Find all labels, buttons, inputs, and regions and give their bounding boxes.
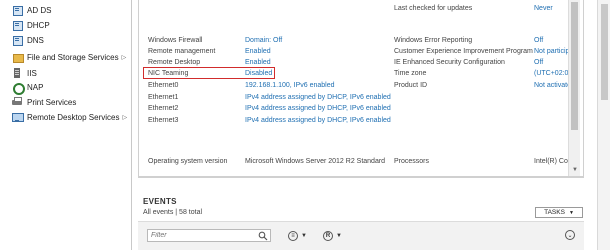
prop-label: Remote Desktop bbox=[148, 59, 201, 66]
nav-item-label: NAP bbox=[27, 82, 44, 92]
nav-item-file-storage[interactable]: File and Storage Services ▷ bbox=[0, 50, 130, 64]
nav-item-label: Print Services bbox=[27, 97, 77, 107]
prop-value-link[interactable]: Off bbox=[534, 37, 543, 44]
nav-item-remote-desktop[interactable]: Remote Desktop Services ▷ bbox=[0, 110, 130, 124]
scrollbar-thumb[interactable] bbox=[601, 4, 608, 100]
prop-value-link[interactable]: Enabled bbox=[245, 59, 271, 66]
list-options-icon: ≡ bbox=[288, 230, 298, 241]
remote-desktop-icon bbox=[12, 112, 24, 122]
printer-icon bbox=[12, 97, 24, 107]
nic-teaming-link[interactable]: Disabled bbox=[245, 70, 272, 77]
chevron-right-icon[interactable]: ▷ bbox=[122, 114, 127, 121]
nav-item-label: Remote Desktop Services bbox=[27, 112, 120, 122]
prop-value-link[interactable]: Never bbox=[534, 5, 553, 12]
events-count: All events | 58 total bbox=[143, 209, 203, 216]
filter-input[interactable] bbox=[148, 230, 256, 241]
properties-scrollbar[interactable]: ▼ bbox=[568, 0, 580, 176]
prop-label: Last checked for updates bbox=[394, 5, 473, 12]
nap-icon bbox=[12, 82, 25, 95]
server-icon bbox=[12, 35, 24, 46]
nav-item-label: File and Storage Services bbox=[27, 52, 119, 62]
nav-item-label: AD DS bbox=[27, 5, 52, 15]
prop-label: Ethernet2 bbox=[148, 105, 179, 112]
prop-label: Remote management bbox=[148, 48, 216, 55]
search-icon[interactable] bbox=[258, 231, 268, 241]
prop-value-link[interactable]: IPv4 address assigned by DHCP, IPv6 enab… bbox=[245, 117, 391, 124]
prop-value-link[interactable]: IPv4 address assigned by DHCP, IPv6 enab… bbox=[245, 94, 391, 101]
chevron-down-icon: ▼ bbox=[301, 232, 307, 239]
folder-icon bbox=[12, 52, 24, 63]
prop-label: Windows Firewall bbox=[148, 37, 203, 44]
prop-value-link[interactable]: IPv4 address assigned by DHCP, IPv6 enab… bbox=[245, 105, 391, 112]
chevron-right-icon[interactable]: ▷ bbox=[122, 54, 127, 61]
prop-label: Ethernet1 bbox=[148, 94, 179, 101]
prop-label: Processors bbox=[394, 158, 430, 165]
panel-border bbox=[138, 177, 584, 178]
prop-label: IE Enhanced Security Configuration bbox=[394, 59, 505, 66]
filter-field[interactable] bbox=[147, 229, 271, 242]
nav-item-nap[interactable]: NAP bbox=[0, 80, 130, 95]
chevron-down-icon: ▼ bbox=[568, 209, 574, 216]
nav-item-iis[interactable]: IIS bbox=[0, 66, 130, 80]
nav-item-print[interactable]: Print Services bbox=[0, 95, 130, 109]
prop-value-link[interactable]: Not particip bbox=[534, 48, 569, 55]
nav-item-ad-ds[interactable]: AD DS bbox=[0, 3, 130, 17]
prop-label: Ethernet3 bbox=[148, 117, 179, 124]
filter-options-button[interactable]: ≡ ▼ bbox=[288, 230, 307, 241]
tasks-button[interactable]: TASKS ▼ bbox=[535, 207, 583, 218]
prop-label: NIC Teaming bbox=[148, 70, 189, 77]
os-version-value: Microsoft Windows Server 2012 R2 Standar… bbox=[245, 158, 386, 165]
nav-item-label: DNS bbox=[27, 35, 44, 45]
prop-value-link[interactable]: 192.168.1.100, IPv6 enabled bbox=[245, 82, 335, 89]
prop-label: Customer Experience Improvement Program bbox=[394, 48, 533, 55]
roles-nav: AD DS DHCP DNS File and Storage Services… bbox=[0, 0, 130, 250]
prop-label: Product ID bbox=[394, 82, 428, 89]
chevron-down-icon: ▼ bbox=[336, 232, 342, 239]
nav-item-label: DHCP bbox=[27, 20, 50, 30]
criteria-icon: R bbox=[323, 230, 333, 241]
scroll-down-icon[interactable]: ▼ bbox=[572, 167, 578, 173]
iis-icon bbox=[12, 68, 24, 78]
prop-value-link[interactable]: Domain: Off bbox=[245, 37, 282, 44]
prop-value-link[interactable]: Not activate bbox=[534, 82, 571, 89]
prop-value-link[interactable]: Off bbox=[534, 59, 543, 66]
events-heading: EVENTS bbox=[143, 197, 177, 206]
nav-item-dns[interactable]: DNS bbox=[0, 33, 130, 47]
server-icon bbox=[12, 5, 24, 16]
prop-label: Ethernet0 bbox=[148, 82, 179, 89]
prop-label: Operating system version bbox=[148, 158, 228, 165]
expand-icon[interactable]: ⌄ bbox=[565, 230, 575, 240]
prop-value-link[interactable]: Enabled bbox=[245, 48, 271, 55]
prop-label: Windows Error Reporting bbox=[394, 37, 473, 44]
nav-item-label: IIS bbox=[27, 68, 37, 78]
properties-panel bbox=[138, 0, 584, 177]
tasks-label: TASKS bbox=[544, 209, 565, 216]
scrollbar-thumb[interactable] bbox=[571, 2, 578, 130]
nav-divider bbox=[131, 0, 132, 250]
prop-label: Time zone bbox=[394, 70, 427, 77]
server-icon bbox=[12, 20, 24, 31]
window-scrollbar[interactable] bbox=[597, 0, 610, 250]
nav-item-dhcp[interactable]: DHCP bbox=[0, 18, 130, 32]
refresh-options-button[interactable]: R ▼ bbox=[323, 230, 342, 241]
